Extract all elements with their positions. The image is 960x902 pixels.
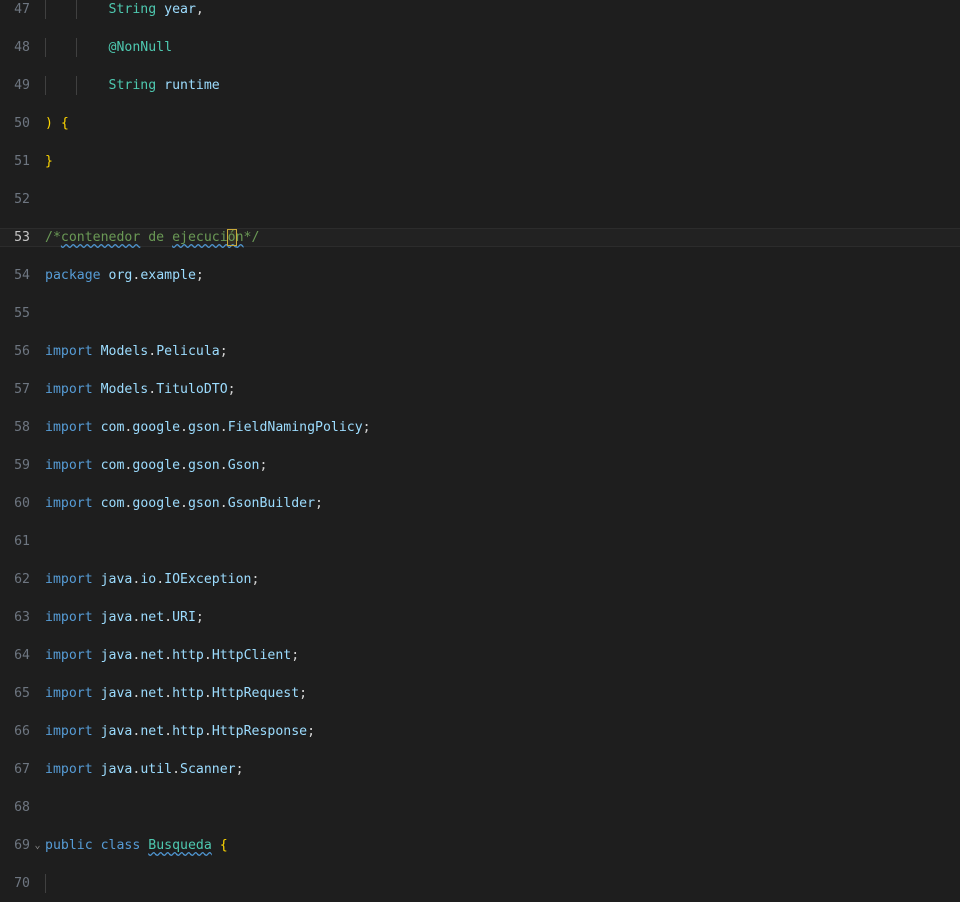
line-number: 64: [14, 648, 30, 663]
code-line[interactable]: 51 }: [0, 152, 960, 171]
line-content: public class Busqueda {: [45, 838, 228, 853]
code-line[interactable]: 60 import com.google.gson.GsonBuilder;: [0, 494, 960, 513]
line-number: 55: [14, 306, 30, 321]
code-line[interactable]: 52: [0, 190, 960, 209]
code-line[interactable]: 69 ⌄ public class Busqueda {: [0, 836, 960, 855]
line-number: 56: [14, 344, 30, 359]
line-number: 67: [14, 762, 30, 777]
line-content: import com.google.gson.Gson;: [45, 458, 268, 473]
code-line[interactable]: 68: [0, 798, 960, 817]
code-line[interactable]: 50 ) {: [0, 114, 960, 133]
line-number: 58: [14, 420, 30, 435]
line-content: import com.google.gson.FieldNamingPolicy…: [45, 420, 371, 435]
line-number: 48: [14, 40, 30, 55]
code-line[interactable]: 64 import java.net.http.HttpClient;: [0, 646, 960, 665]
code-line[interactable]: 55: [0, 304, 960, 323]
indent-guide: [45, 874, 46, 893]
line-number: 61: [14, 534, 30, 549]
chevron-down-icon[interactable]: ⌄: [30, 836, 45, 855]
code-line[interactable]: 66 import java.net.http.HttpResponse;: [0, 722, 960, 741]
line-content: import Models.TituloDTO;: [45, 382, 236, 397]
code-line[interactable]: 59 import com.google.gson.Gson;: [0, 456, 960, 475]
line-number: 65: [14, 686, 30, 701]
code-line[interactable]: 49 String runtime: [0, 76, 960, 95]
line-content: @NonNull: [108, 40, 173, 55]
line-content: ) {: [45, 116, 69, 131]
line-content: package org.example;: [45, 268, 204, 283]
code-line[interactable]: 65 import java.net.http.HttpRequest;: [0, 684, 960, 703]
code-line[interactable]: 56 import Models.Pelicula;: [0, 342, 960, 361]
line-number-active: 53: [14, 230, 30, 245]
code-line[interactable]: 62 import java.io.IOException;: [0, 570, 960, 589]
line-number: 51: [14, 154, 30, 169]
line-number: 57: [14, 382, 30, 397]
line-number: 49: [14, 78, 30, 93]
line-number: 54: [14, 268, 30, 283]
code-editor[interactable]: 47 String year, 48 @NonNull 49 String ru…: [0, 0, 960, 902]
line-number: 70: [14, 876, 30, 891]
line-content: }: [45, 154, 53, 169]
line-number: 62: [14, 572, 30, 587]
line-content: import java.net.http.HttpResponse;: [45, 724, 316, 739]
code-line[interactable]: 67 import java.util.Scanner;: [0, 760, 960, 779]
code-line[interactable]: 54 package org.example;: [0, 266, 960, 285]
line-number: 50: [14, 116, 30, 131]
code-line[interactable]: 48 @NonNull: [0, 38, 960, 57]
line-content: import java.net.URI;: [45, 610, 204, 625]
line-content: import java.util.Scanner;: [45, 762, 244, 777]
code-line[interactable]: 47 String year,: [0, 0, 960, 19]
code-line-active[interactable]: 53 /*contenedor de ejecución*/: [0, 228, 960, 247]
code-line[interactable]: 63 import java.net.URI;: [0, 608, 960, 627]
code-line[interactable]: 70: [0, 874, 960, 893]
code-line[interactable]: 57 import Models.TituloDTO;: [0, 380, 960, 399]
line-number: 59: [14, 458, 30, 473]
line-number: 69: [14, 838, 30, 853]
code-line[interactable]: 61: [0, 532, 960, 551]
line-number: 60: [14, 496, 30, 511]
line-content: import java.net.http.HttpRequest;: [45, 686, 308, 701]
line-content: import java.io.IOException;: [45, 572, 260, 587]
line-content: import Models.Pelicula;: [45, 344, 228, 359]
line-number: 68: [14, 800, 30, 815]
line-number: 66: [14, 724, 30, 739]
code-line[interactable]: 58 import com.google.gson.FieldNamingPol…: [0, 418, 960, 437]
line-number: 63: [14, 610, 30, 625]
line-content: /*contenedor de ejecución*/: [45, 229, 260, 246]
line-number: 47: [14, 2, 30, 17]
line-content: String runtime: [108, 78, 220, 93]
line-content: String year,: [108, 2, 204, 17]
line-content: import com.google.gson.GsonBuilder;: [45, 496, 323, 511]
line-content: import java.net.http.HttpClient;: [45, 648, 300, 663]
line-number: 52: [14, 192, 30, 207]
